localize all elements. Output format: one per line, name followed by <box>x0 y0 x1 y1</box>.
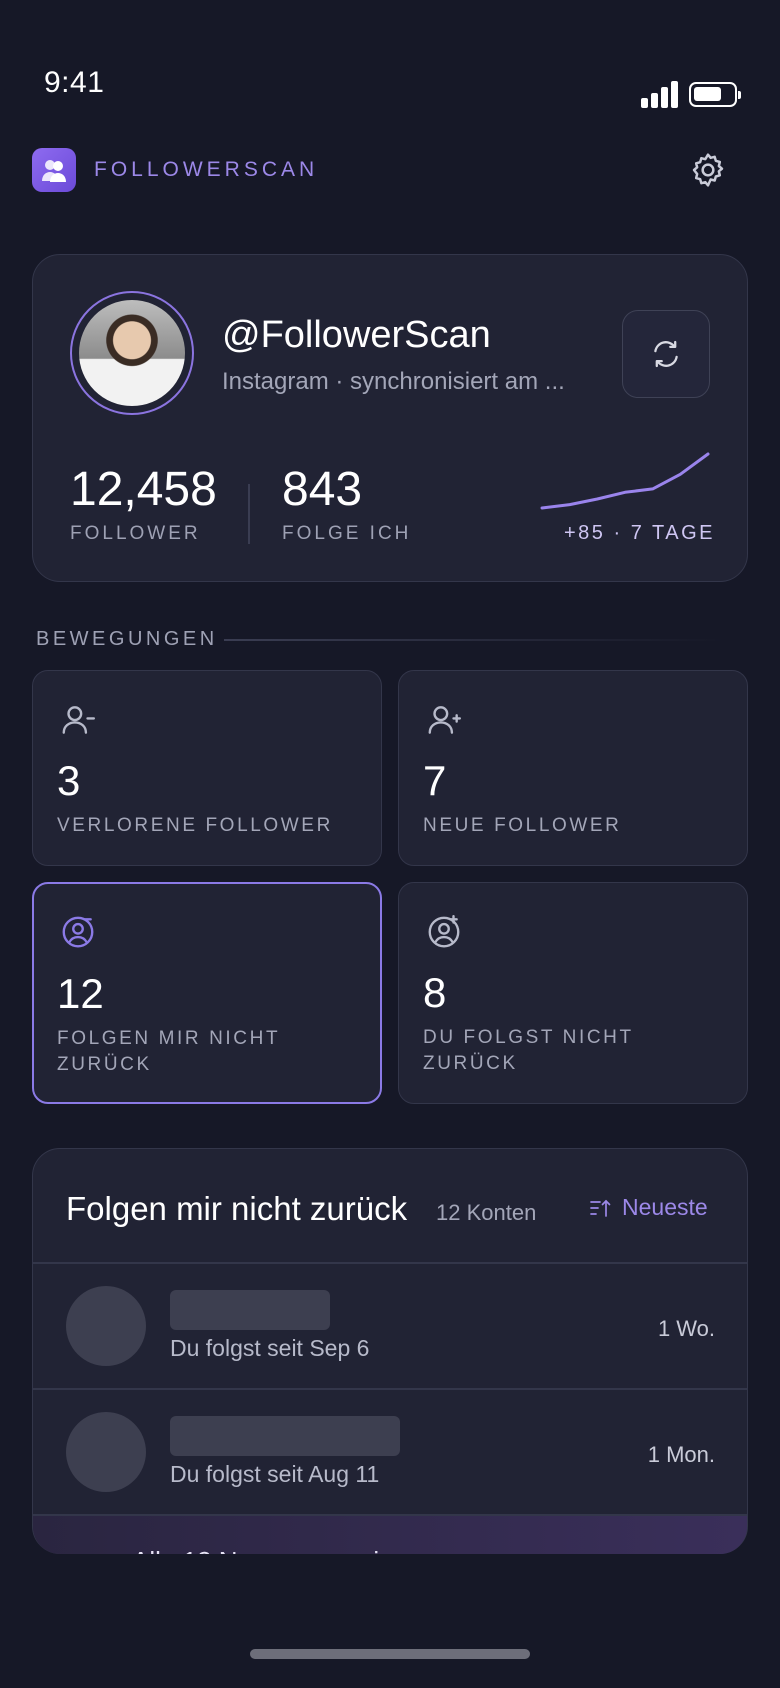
follow-since: Du folgst seit Aug 11 <box>170 1461 380 1487</box>
user-minus-icon <box>62 706 96 734</box>
following-label: FOLGE ICH <box>282 523 412 544</box>
sort-label: Neueste <box>622 1194 708 1220</box>
status-time: 9:41 <box>44 66 105 99</box>
home-indicator <box>250 1649 530 1659</box>
following-count: 843 <box>282 463 363 516</box>
time-ago: 1 Wo. <box>657 1316 715 1341</box>
user-plus-icon <box>428 706 462 734</box>
trend-label: +85 · 7 TAGE <box>564 522 715 544</box>
user-circle-plus-icon <box>428 914 460 948</box>
user-circle-minus-icon <box>62 916 94 948</box>
tile-label: FOLGEN MIR NICHT ZURÜCK <box>57 1028 280 1075</box>
sort-button[interactable]: Neueste <box>588 1194 708 1221</box>
tile-value: 8 <box>423 969 447 1016</box>
time-ago: 1 Mon. <box>647 1442 715 1467</box>
name-placeholder <box>170 1416 400 1456</box>
profile-handle: @FollowerScan <box>222 314 491 356</box>
avatar <box>66 1412 146 1492</box>
signal-strength-icon <box>641 80 681 108</box>
tile-new-followers[interactable]: 7 NEUE FOLLOWER <box>398 670 748 866</box>
stat-divider <box>248 484 250 544</box>
follower-trend-sparkline <box>540 452 710 510</box>
tile-value: 12 <box>57 970 104 1017</box>
follow-since: Du folgst seit Sep 6 <box>170 1335 370 1361</box>
app-logo-icon <box>32 148 76 192</box>
section-title-movements: BEWEGUNGEN <box>36 628 218 650</box>
list-item[interactable]: Du folgst seit Sep 6 1 Wo. <box>33 1264 747 1388</box>
follower-count: 12,458 <box>70 463 217 516</box>
follower-label: FOLLOWER <box>70 523 201 544</box>
show-all-button[interactable]: Alle 12 Nennen anzeigen <box>33 1516 747 1554</box>
avatar <box>66 1286 146 1366</box>
app-name: FOLLOWERSCAN <box>94 158 319 181</box>
tile-label: NEUE FOLLOWER <box>423 815 622 836</box>
sync-status: Instagram · synchronisiert am ... <box>222 368 565 395</box>
tile-lost-followers[interactable]: 3 VERLORENE FOLLOWER <box>32 670 382 866</box>
tile-value: 3 <box>57 757 81 804</box>
tile-you-dont-follow-back[interactable]: 8 DU FOLGST NICHT ZURÜCK <box>398 882 748 1104</box>
tile-label: VERLORENE FOLLOWER <box>57 815 333 836</box>
profile-avatar <box>70 291 194 415</box>
section-divider <box>224 639 724 641</box>
list-item[interactable]: Du folgst seit Aug 11 1 Mon. <box>33 1390 747 1514</box>
battery-icon <box>689 82 741 107</box>
list-title: Folgen mir nicht zurück <box>66 1190 408 1227</box>
refresh-button[interactable] <box>622 310 710 398</box>
list-count: 12 Konten <box>436 1200 537 1225</box>
refresh-icon <box>654 340 678 368</box>
tile-not-following-back[interactable]: 12 FOLGEN MIR NICHT ZURÜCK <box>32 882 382 1104</box>
tile-value: 7 <box>423 757 447 804</box>
name-placeholder <box>170 1290 330 1330</box>
gear-icon[interactable] <box>688 150 728 190</box>
tile-label: DU FOLGST NICHT ZURÜCK <box>423 1027 634 1074</box>
show-all-label: Alle 12 Nennen anzeigen <box>132 1546 423 1554</box>
sort-icon <box>590 1199 611 1217</box>
